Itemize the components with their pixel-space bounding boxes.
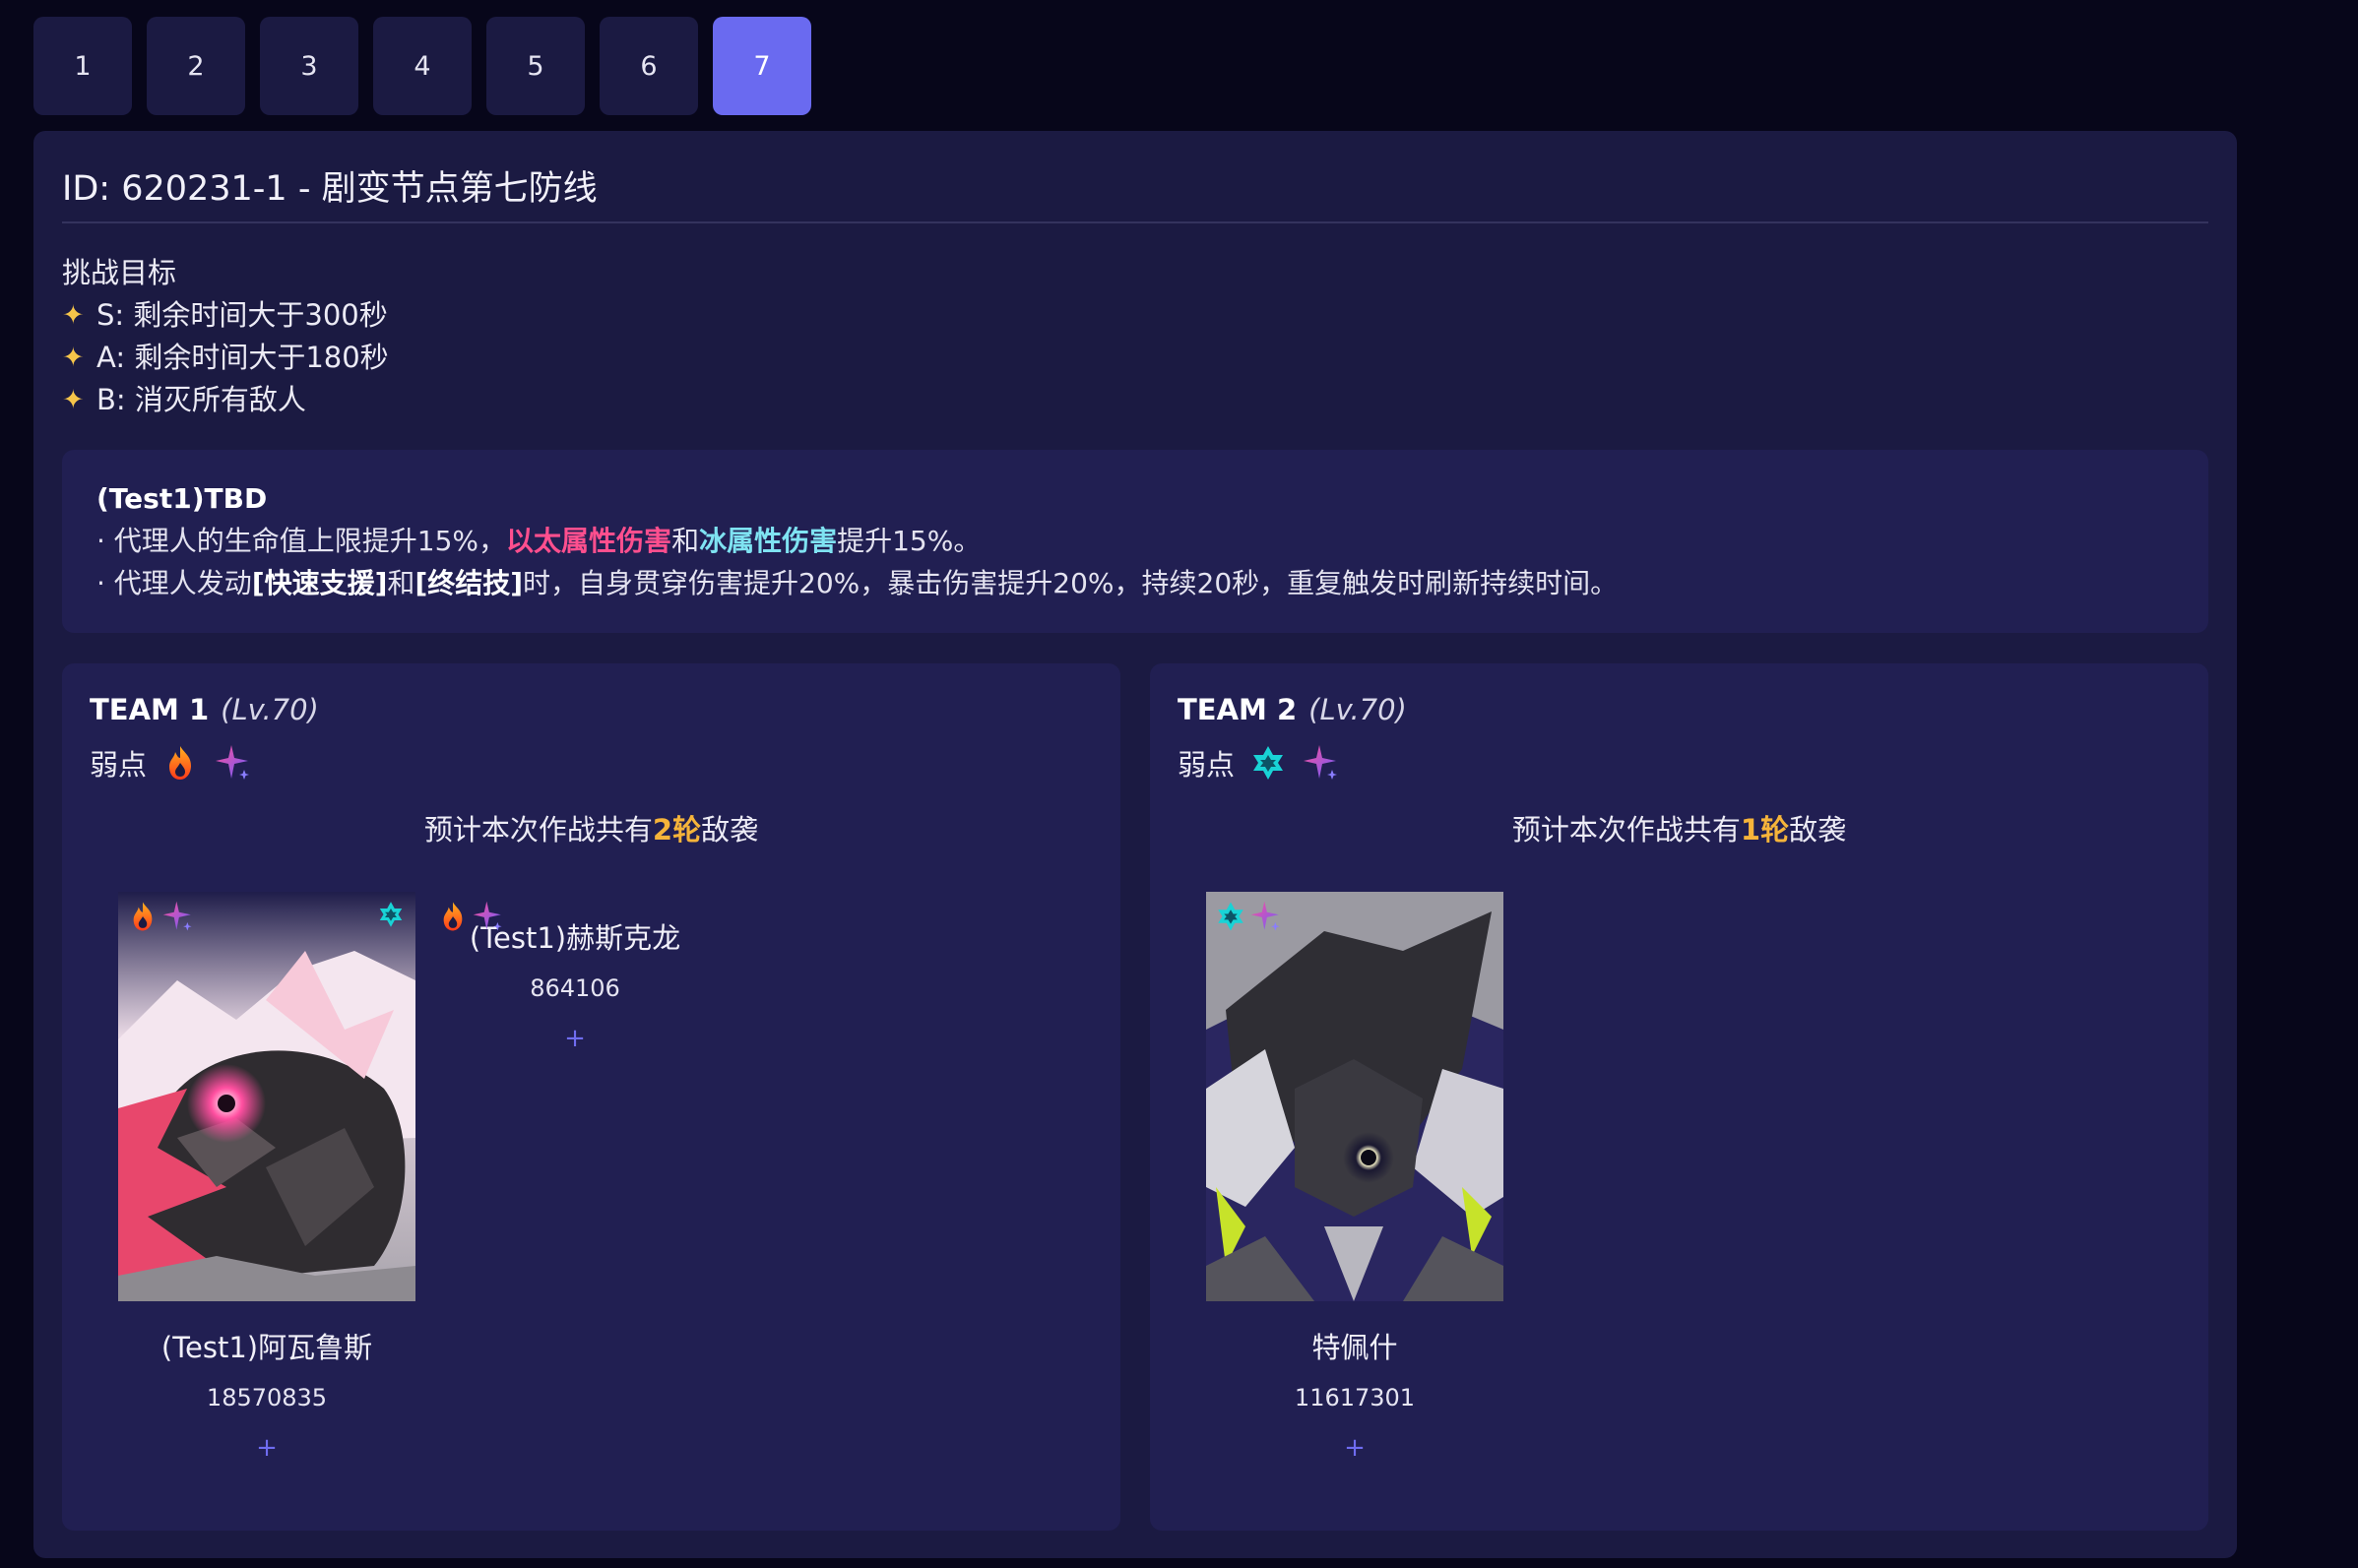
enemy-hp: 18570835	[206, 1384, 328, 1411]
enemy-portrait-art	[1206, 892, 1503, 1301]
star-icon: ✦	[62, 300, 85, 331]
ether-damage-highlight: 以太属性伤害	[506, 525, 672, 557]
buff-text: 时，自身贯穿伤害提升20%，暴击伤害提升20%，持续20秒，重复触发时刷新持续时…	[523, 567, 1619, 599]
fire-icon	[160, 743, 200, 783]
weakness-row: 弱点	[90, 742, 253, 784]
ether-icon	[214, 743, 253, 783]
enemy-name: (Test1)阿瓦鲁斯	[160, 1331, 373, 1364]
ice-icon	[376, 900, 406, 929]
tab-2[interactable]: 2	[147, 17, 245, 115]
star-icon: ✦	[62, 343, 85, 373]
wave-count-text: 预计本次作战共有1轮敌袭	[1150, 807, 2208, 848]
enemy-hp: 11617301	[1294, 1384, 1416, 1411]
ice-icon	[1214, 900, 1247, 933]
enemy-element-icons	[376, 900, 406, 933]
team-name: TEAM 2	[1178, 693, 1298, 726]
star-icon: ✦	[62, 385, 85, 415]
page-root: 1 2 3 4 5 6 7 ID: 620231-1 - 剧变节点第七防线 挑战…	[0, 0, 2358, 1568]
enemy-portrait	[118, 892, 415, 1301]
enemy-card-avarus[interactable]: (Test1)阿瓦鲁斯 18570835 +	[118, 892, 415, 1463]
ether-icon	[1302, 743, 1341, 783]
tab-5[interactable]: 5	[486, 17, 585, 115]
title-divider	[62, 221, 2208, 223]
buff-line-1: · 代理人的生命值上限提升15%，以太属性伤害和冰属性伤害提升15%。	[96, 520, 2174, 562]
enemy-element-icons	[436, 900, 505, 933]
waves-prefix: 预计本次作战共有	[423, 813, 653, 847]
waves-suffix: 敌袭	[701, 813, 759, 847]
waves-count: 1轮	[1740, 813, 1790, 847]
weakness-label: 弱点	[90, 748, 148, 782]
tab-7[interactable]: 7	[713, 17, 811, 115]
weakness-label: 弱点	[1178, 748, 1236, 782]
enemy-hp: 864106	[530, 974, 620, 1002]
waves-count: 2轮	[652, 813, 702, 847]
weakness-row: 弱点	[1178, 742, 1341, 784]
tab-6[interactable]: 6	[600, 17, 698, 115]
fire-icon	[126, 900, 159, 933]
enemy-card-hesklong[interactable]: (Test1)赫斯克龙 864106 +	[446, 892, 704, 1053]
tab-1[interactable]: 1	[33, 17, 132, 115]
ice-damage-highlight: 冰属性伤害	[699, 525, 838, 557]
ether-icon	[161, 900, 195, 933]
team-header: TEAM 1 (Lv.70)	[90, 693, 319, 726]
goal-b: ✦ B: 消灭所有敌人	[62, 379, 389, 421]
buff-text: 和	[387, 567, 415, 599]
enemy-name: 特佩什	[1311, 1331, 1398, 1364]
goal-text: A: 剩余时间大于180秒	[96, 341, 389, 374]
wave-count-text: 预计本次作战共有2轮敌袭	[62, 807, 1120, 848]
team-1-card: TEAM 1 (Lv.70) 弱点 预计本次作战共有2轮敌袭 (Test1)阿瓦…	[62, 663, 1120, 1531]
page-tabs: 1 2 3 4 5 6 7	[33, 17, 811, 115]
buff-text: · 代理人的生命值上限提升15%，	[96, 525, 507, 557]
ice-icon	[1248, 743, 1288, 783]
expand-plus-button[interactable]: +	[446, 1024, 704, 1053]
goal-text: S: 剩余时间大于300秒	[96, 298, 388, 332]
expand-plus-button[interactable]: +	[118, 1433, 415, 1463]
expand-plus-button[interactable]: +	[1206, 1433, 1503, 1463]
goal-text: B: 消灭所有敌人	[96, 383, 306, 416]
fire-icon	[436, 900, 470, 933]
goals-heading: 挑战目标	[62, 256, 177, 289]
quick-assist-highlight: [快速支援]	[251, 567, 388, 599]
stage-panel: ID: 620231-1 - 剧变节点第七防线 挑战目标 ✦ S: 剩余时间大于…	[33, 131, 2237, 1558]
buff-title: (Test1)TBD	[96, 482, 268, 515]
team-level: (Lv.70)	[1308, 693, 1407, 726]
enemy-element-icons	[1214, 900, 1283, 933]
waves-prefix: 预计本次作战共有	[1511, 813, 1741, 847]
team-level: (Lv.70)	[221, 693, 319, 726]
challenge-goals: 挑战目标 ✦ S: 剩余时间大于300秒 ✦ A: 剩余时间大于180秒 ✦ B…	[62, 252, 389, 421]
buff-box: (Test1)TBD · 代理人的生命值上限提升15%，以太属性伤害和冰属性伤害…	[62, 450, 2208, 633]
goal-a: ✦ A: 剩余时间大于180秒	[62, 337, 389, 379]
team-header: TEAM 2 (Lv.70)	[1178, 693, 1407, 726]
enemy-portrait	[1206, 892, 1503, 1301]
team-2-card: TEAM 2 (Lv.70) 弱点 预计本次作战共有1轮敌袭 特佩什 11617…	[1150, 663, 2208, 1531]
stage-title: ID: 620231-1 - 剧变节点第七防线	[62, 169, 598, 209]
team-name: TEAM 1	[90, 693, 210, 726]
tab-3[interactable]: 3	[260, 17, 358, 115]
buff-text: 和	[671, 525, 700, 557]
ultimate-highlight: [终结技]	[414, 567, 524, 599]
buff-text: 提升15%。	[837, 525, 982, 557]
waves-suffix: 敌袭	[1789, 813, 1847, 847]
enemy-element-icons	[126, 900, 195, 933]
tab-4[interactable]: 4	[373, 17, 472, 115]
enemy-portrait-art	[118, 892, 415, 1301]
buff-text: · 代理人发动	[96, 567, 252, 599]
goal-s: ✦ S: 剩余时间大于300秒	[62, 294, 389, 337]
ether-icon	[472, 900, 505, 933]
buff-line-2: · 代理人发动[快速支援]和[终结技]时，自身贯穿伤害提升20%，暴击伤害提升2…	[96, 562, 2174, 604]
enemy-card-tepes[interactable]: 特佩什 11617301 +	[1206, 892, 1503, 1463]
ether-icon	[1249, 900, 1283, 933]
